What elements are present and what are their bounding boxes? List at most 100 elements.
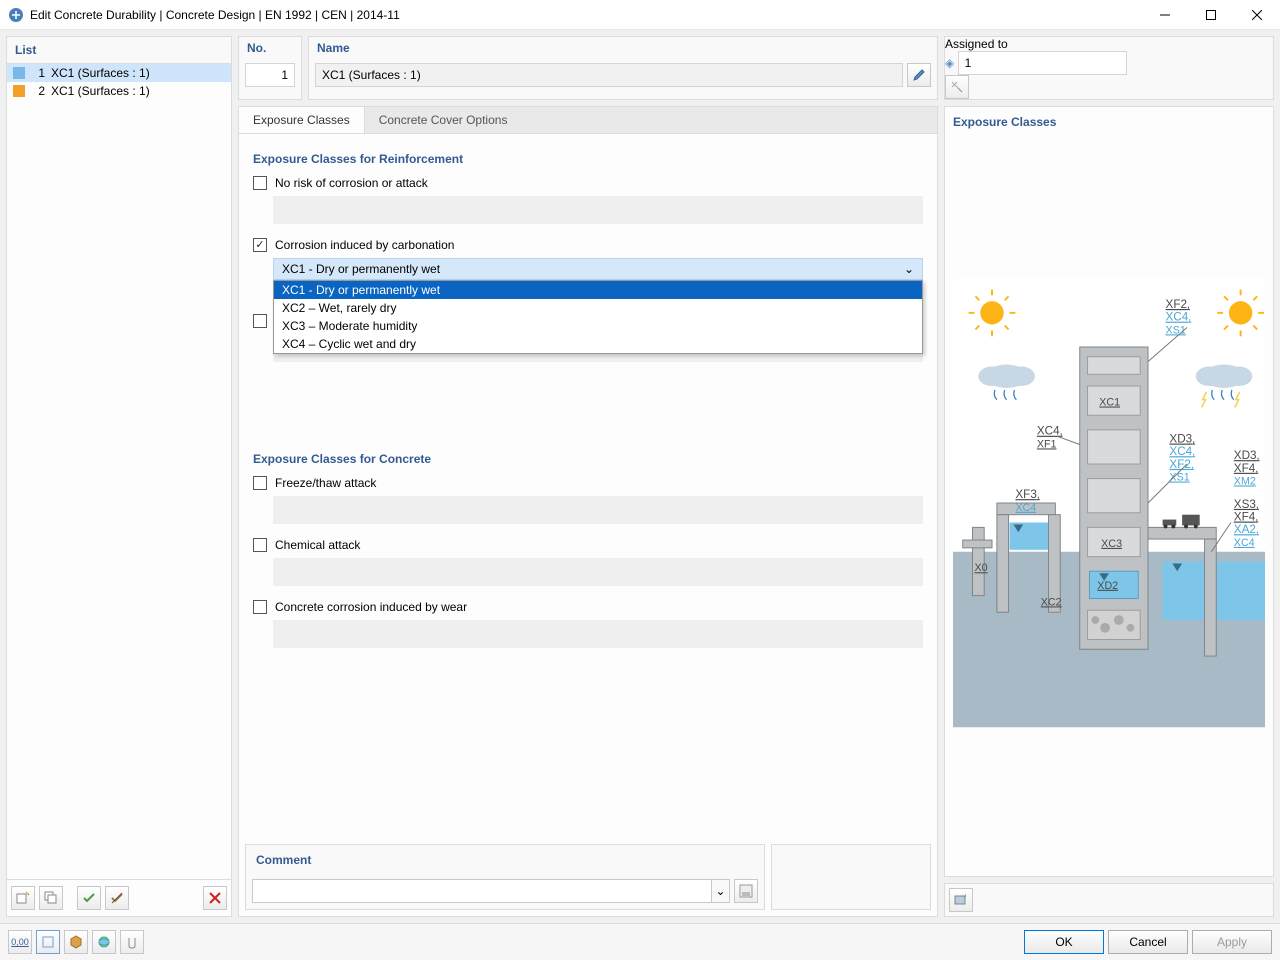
checkbox-freeze[interactable] <box>253 476 267 490</box>
svg-text:XM2: XM2 <box>1234 475 1256 487</box>
exposure-diagram: XC1 XC3 XD2 XC2 X0 XC4, XF1 XF3, XC4 XF2… <box>953 273 1265 733</box>
assigned-label: Assigned to <box>945 37 1273 51</box>
list-item-label: XC1 (Surfaces : 1) <box>51 84 150 98</box>
svg-text:XC2: XC2 <box>1041 596 1062 608</box>
uncheck-all-button[interactable] <box>105 886 129 910</box>
comment-input[interactable] <box>252 879 712 903</box>
label-freeze: Freeze/thaw attack <box>275 476 376 490</box>
checkbox-carbonation[interactable] <box>253 238 267 252</box>
label-chemical: Chemical attack <box>275 538 360 552</box>
assigned-icon: ◈ <box>945 56 954 70</box>
cancel-button[interactable]: Cancel <box>1108 930 1188 954</box>
view-button[interactable] <box>36 930 60 954</box>
svg-text:XS3,: XS3, <box>1234 497 1259 510</box>
list-item-number: 2 <box>31 84 45 98</box>
apply-button[interactable]: Apply <box>1192 930 1272 954</box>
preview-title: Exposure Classes <box>953 115 1265 129</box>
preview-footer <box>944 883 1274 917</box>
no-label: No. <box>239 37 301 59</box>
app-icon <box>8 7 24 23</box>
minimize-button[interactable] <box>1142 0 1188 30</box>
list-header: List <box>7 37 231 64</box>
copy-item-button[interactable] <box>39 886 63 910</box>
maximize-button[interactable] <box>1188 0 1234 30</box>
svg-text:XS1: XS1 <box>1169 471 1189 483</box>
tab-exposure-classes[interactable]: Exposure Classes <box>239 107 365 133</box>
dropdown-option[interactable]: XC3 – Moderate humidity <box>274 317 922 335</box>
disabled-band <box>273 620 923 648</box>
checkbox-wear[interactable] <box>253 600 267 614</box>
svg-text:XF2,: XF2, <box>1166 298 1190 311</box>
tab-concrete-cover[interactable]: Concrete Cover Options <box>365 107 522 133</box>
tab-strip: Exposure Classes Concrete Cover Options <box>239 107 937 134</box>
model-button[interactable] <box>64 930 88 954</box>
list-item[interactable]: 2 XC1 (Surfaces : 1) <box>7 82 231 100</box>
label-wear: Concrete corrosion induced by wear <box>275 600 467 614</box>
dropdown-selected-value: XC1 - Dry or permanently wet <box>282 262 440 276</box>
dropdown-popup: XC1 - Dry or permanently wet XC2 – Wet, … <box>273 280 923 354</box>
assigned-box: Assigned to ◈ <box>944 36 1274 100</box>
comment-spare-panel <box>771 844 931 910</box>
section-reinforcement-title: Exposure Classes for Reinforcement <box>253 152 923 166</box>
new-item-button[interactable] <box>11 886 35 910</box>
svg-text:XD2: XD2 <box>1097 579 1118 591</box>
window-title: Edit Concrete Durability | Concrete Desi… <box>30 8 1142 22</box>
close-button[interactable] <box>1234 0 1280 30</box>
name-box: Name XC1 (Surfaces : 1) <box>308 36 938 100</box>
preview-panel: Exposure Classes <box>944 106 1274 877</box>
edit-name-button[interactable] <box>907 63 931 87</box>
script-button[interactable] <box>120 930 144 954</box>
disabled-band <box>273 558 923 586</box>
svg-text:XA2,: XA2, <box>1234 523 1259 536</box>
checkbox-no-risk[interactable] <box>253 176 267 190</box>
list-color-swatch <box>13 67 25 79</box>
comment-save-button[interactable] <box>734 879 758 903</box>
name-input[interactable]: XC1 (Surfaces : 1) <box>315 63 903 87</box>
dropdown-option[interactable]: XC2 – Wet, rarely dry <box>274 299 922 317</box>
units-button[interactable]: 0,00 <box>8 930 32 954</box>
svg-text:XF1: XF1 <box>1037 438 1057 450</box>
delete-item-button[interactable] <box>203 886 227 910</box>
list-color-swatch <box>13 85 25 97</box>
svg-text:XS1: XS1 <box>1166 324 1186 336</box>
globe-button[interactable] <box>92 930 116 954</box>
list-item-number: 1 <box>31 66 45 80</box>
svg-text:XD3,: XD3, <box>1234 449 1260 462</box>
svg-text:XF4,: XF4, <box>1234 510 1258 523</box>
section-concrete-title: Exposure Classes for Concrete <box>253 452 923 466</box>
list-item[interactable]: 1 XC1 (Surfaces : 1) <box>7 64 231 82</box>
svg-text:XC4: XC4 <box>1234 536 1255 548</box>
svg-text:XF4,: XF4, <box>1234 461 1258 474</box>
disabled-band <box>273 196 923 224</box>
svg-text:X0: X0 <box>974 562 987 574</box>
dropdown-option[interactable]: XC1 - Dry or permanently wet <box>274 281 922 299</box>
chevron-down-icon[interactable]: ⌄ <box>712 879 730 903</box>
svg-text:XD3,: XD3, <box>1169 432 1195 445</box>
no-input[interactable]: 1 <box>245 63 295 87</box>
check-all-button[interactable] <box>77 886 101 910</box>
no-box: No. 1 <box>238 36 302 100</box>
carbonation-dropdown[interactable]: XC1 - Dry or permanently wet ⌄ XC1 - Dry… <box>273 258 923 280</box>
svg-text:XC4,: XC4, <box>1166 310 1192 323</box>
checkbox-chlorides-sea[interactable] <box>253 314 267 328</box>
list-item-label: XC1 (Surfaces : 1) <box>51 66 150 80</box>
svg-text:XC3: XC3 <box>1101 537 1122 549</box>
svg-text:XF3,: XF3, <box>1015 488 1039 501</box>
dropdown-option[interactable]: XC4 – Cyclic wet and dry <box>274 335 922 353</box>
label-carbonation: Corrosion induced by carbonation <box>275 238 454 252</box>
label-no-risk: No risk of corrosion or attack <box>275 176 428 190</box>
checkbox-chemical[interactable] <box>253 538 267 552</box>
ok-button[interactable]: OK <box>1024 930 1104 954</box>
bottom-bar: 0,00 OK Cancel Apply <box>0 923 1280 960</box>
list-panel: List 1 XC1 (Surfaces : 1) 2 XC1 (Surface… <box>6 36 232 917</box>
assigned-input[interactable] <box>958 51 1127 75</box>
disabled-band <box>273 496 923 524</box>
tabs-container: Exposure Classes Concrete Cover Options … <box>238 106 938 917</box>
name-label: Name <box>309 37 937 59</box>
list-body: 1 XC1 (Surfaces : 1) 2 XC1 (Surfaces : 1… <box>7 64 231 879</box>
assigned-pick-button[interactable] <box>945 75 969 99</box>
preview-export-button[interactable] <box>949 888 973 912</box>
comment-label: Comment <box>252 851 758 873</box>
comment-combo[interactable]: ⌄ <box>252 879 730 903</box>
svg-text:XC1: XC1 <box>1099 396 1120 408</box>
